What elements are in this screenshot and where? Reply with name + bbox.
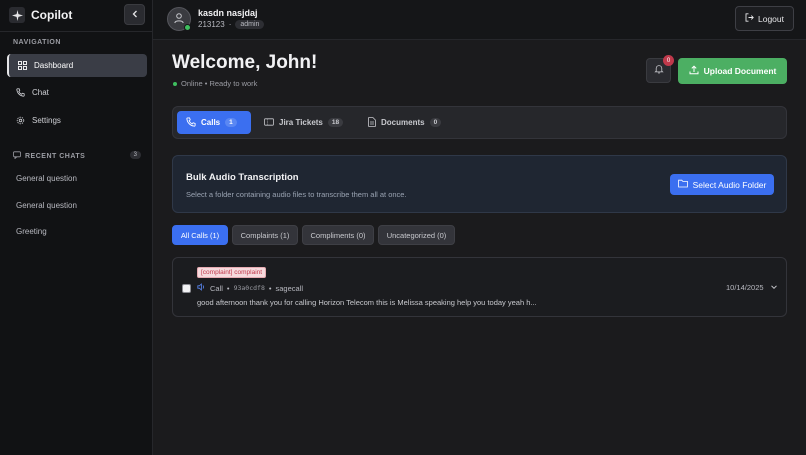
- tab-label: Calls: [201, 118, 221, 127]
- logout-icon: [745, 13, 754, 24]
- notification-count-badge: 0: [663, 55, 674, 66]
- bell-icon: [653, 64, 664, 77]
- online-status-dot: [184, 24, 191, 31]
- user-meta: 213123 · admin: [198, 20, 265, 29]
- filter-all-calls[interactable]: All Calls (1): [172, 225, 228, 245]
- tab-documents[interactable]: Documents 0: [359, 111, 445, 134]
- user-id: 213123: [198, 20, 225, 29]
- logout-button[interactable]: Logout: [735, 6, 794, 31]
- document-icon: [368, 116, 376, 129]
- tabs-panel: Calls 1 Jira Tickets 18 Documents 0: [172, 106, 787, 139]
- recent-chat-item[interactable]: Greeting: [16, 227, 47, 236]
- status-text: Online • Ready to work: [181, 79, 258, 88]
- call-source: sagecall: [275, 283, 304, 293]
- sidebar-item-label: Dashboard: [34, 61, 74, 70]
- divider: [0, 31, 153, 32]
- topbar: kasdn nasjdaj 213123 · admin Logout: [153, 0, 806, 40]
- upload-document-button[interactable]: Upload Document: [678, 58, 787, 84]
- call-list-item[interactable]: [complaint] complaint Call • 93a0cdf8 • …: [172, 257, 787, 317]
- folder-icon: [677, 179, 688, 190]
- status-line: Online • Ready to work: [173, 79, 257, 88]
- role-badge: admin: [235, 20, 265, 29]
- tab-count: 1: [225, 118, 237, 127]
- notifications-button[interactable]: 0: [646, 55, 674, 83]
- call-type: Call: [210, 283, 223, 293]
- phone-icon: [186, 116, 196, 129]
- page-title: Welcome, John!: [172, 52, 318, 73]
- upload-label: Upload Document: [703, 66, 777, 76]
- gear-icon: [16, 116, 25, 125]
- user-name: kasdn nasjdaj: [198, 8, 258, 18]
- nav-section-title: NAVIGATION: [13, 39, 61, 46]
- bulk-description: Select a folder containing audio files t…: [186, 190, 407, 199]
- filter-uncategorized[interactable]: Uncategorized (0): [378, 225, 455, 245]
- separator: •: [226, 283, 230, 293]
- sidebar: Copilot NAVIGATION Dashboard Chat Settin…: [0, 0, 153, 455]
- separator: •: [268, 283, 272, 293]
- chevron-down-icon[interactable]: [770, 283, 778, 291]
- call-date: 10/14/2025: [726, 283, 764, 292]
- select-folder-label: Select Audio Folder: [692, 179, 767, 190]
- recent-chat-item[interactable]: General question: [16, 201, 77, 210]
- user-icon: [173, 12, 185, 27]
- tab-count: 18: [327, 118, 344, 127]
- select-call-checkbox[interactable]: [182, 284, 191, 293]
- filter-compliments[interactable]: Compliments (0): [302, 225, 374, 245]
- tab-label: Jira Tickets: [279, 118, 323, 127]
- chevron-left-icon: [131, 9, 139, 21]
- sparkle-icon: [9, 7, 25, 23]
- bulk-transcription-panel: Bulk Audio Transcription Select a folder…: [172, 155, 787, 213]
- separator: ·: [228, 20, 232, 29]
- online-dot: [173, 81, 177, 86]
- logout-label: Logout: [758, 13, 784, 24]
- call-id: 93a0cdf8: [233, 284, 265, 292]
- collapse-sidebar-button[interactable]: [124, 4, 145, 25]
- sidebar-item-label: Chat: [32, 88, 49, 97]
- grid-icon: [18, 61, 27, 70]
- sidebar-item-chat[interactable]: Chat: [7, 81, 147, 104]
- call-preview: good afternoon thank you for calling Hor…: [197, 298, 537, 307]
- call-meta: Call • 93a0cdf8 • sagecall: [197, 283, 303, 293]
- sidebar-item-dashboard[interactable]: Dashboard: [7, 54, 147, 77]
- sidebar-item-label: Settings: [32, 116, 61, 125]
- recent-chats-header: RECENT CHATS 3: [13, 150, 141, 162]
- recent-chat-item[interactable]: General question: [16, 174, 77, 183]
- phone-icon: [16, 88, 25, 97]
- brand[interactable]: Copilot: [9, 7, 72, 23]
- tab-calls[interactable]: Calls 1: [177, 111, 251, 134]
- category-tag: [complaint] complaint: [197, 267, 267, 278]
- tab-jira-tickets[interactable]: Jira Tickets 18: [255, 111, 347, 134]
- filter-complaints[interactable]: Complaints (1): [232, 225, 298, 245]
- bulk-title: Bulk Audio Transcription: [186, 172, 299, 183]
- brand-name: Copilot: [31, 8, 73, 22]
- audio-icon: [197, 283, 206, 293]
- recent-chats-count: 3: [129, 151, 141, 159]
- tab-count: 0: [429, 118, 442, 127]
- select-audio-folder-button[interactable]: Select Audio Folder: [670, 174, 774, 195]
- ticket-icon: [264, 117, 274, 128]
- tab-label: Documents: [381, 118, 425, 127]
- message-icon: [13, 150, 21, 162]
- upload-icon: [689, 65, 699, 77]
- recent-chats-title: RECENT CHATS: [25, 152, 86, 160]
- avatar[interactable]: [167, 7, 191, 31]
- sidebar-item-settings[interactable]: Settings: [7, 109, 147, 132]
